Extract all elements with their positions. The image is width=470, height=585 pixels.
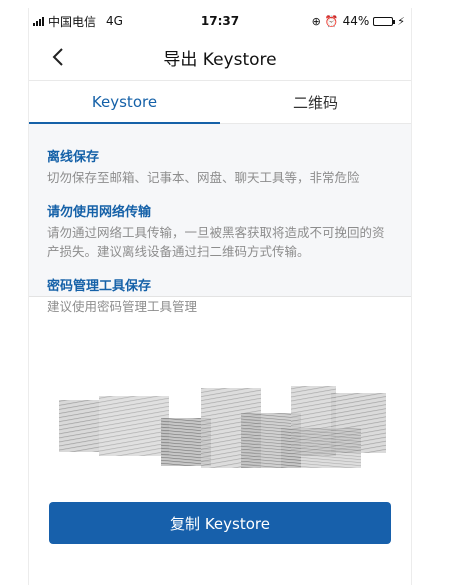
phone-screen: 中国电信 4G 17:37 ⊕ ⏰ 44% ⚡ 导出 Keystore Keys… bbox=[28, 8, 412, 585]
back-button[interactable] bbox=[43, 42, 73, 72]
keystore-content-redacted bbox=[51, 378, 393, 478]
status-right: ⊕ ⏰ 44% ⚡ bbox=[312, 14, 405, 28]
tip-body: 请勿通过网络工具传输，一旦被黑客获取将造成不可挽回的资产损失。建议离线设备通过扫… bbox=[47, 225, 385, 259]
tab-keystore[interactable]: Keystore bbox=[29, 81, 220, 124]
chevron-left-icon bbox=[52, 48, 63, 66]
alarm-icon: ⏰ bbox=[324, 14, 339, 28]
carrier-label: 中国电信 bbox=[48, 14, 97, 29]
tip-offline: 离线保存 切勿保存至邮箱、记事本、网盘、聊天工具等，非常危险 bbox=[47, 146, 393, 187]
nav-bar: 导出 Keystore bbox=[29, 34, 411, 80]
tab-qrcode[interactable]: 二维码 bbox=[220, 81, 411, 123]
battery-icon bbox=[373, 16, 396, 26]
tip-no-network: 请勿使用网络传输 请勿通过网络工具传输，一旦被黑客获取将造成不可挽回的资产损失。… bbox=[47, 201, 393, 261]
orientation-lock-icon: ⊕ bbox=[311, 14, 321, 28]
status-left: 中国电信 4G bbox=[33, 13, 123, 30]
tip-title: 离线保存 bbox=[47, 150, 100, 165]
charging-icon: ⚡ bbox=[397, 14, 405, 28]
tip-password-manager: 密码管理工具保存 建议使用密码管理工具管理 bbox=[47, 275, 393, 316]
battery-percent: 44% bbox=[342, 14, 370, 28]
tip-body: 建议使用密码管理工具管理 bbox=[47, 299, 198, 314]
copy-keystore-button[interactable]: 复制 Keystore bbox=[49, 502, 391, 544]
status-bar: 中国电信 4G 17:37 ⊕ ⏰ 44% ⚡ bbox=[29, 8, 411, 34]
network-label: 4G bbox=[106, 14, 123, 28]
tip-title: 请勿使用网络传输 bbox=[47, 205, 152, 220]
tips-panel: 离线保存 切勿保存至邮箱、记事本、网盘、聊天工具等，非常危险 请勿使用网络传输 … bbox=[29, 124, 411, 314]
tip-title: 密码管理工具保存 bbox=[47, 279, 152, 294]
signal-icon bbox=[33, 16, 44, 26]
tip-body: 切勿保存至邮箱、记事本、网盘、聊天工具等，非常危险 bbox=[47, 170, 360, 185]
page-title: 导出 Keystore bbox=[163, 49, 277, 70]
tab-bar: Keystore 二维码 bbox=[29, 80, 411, 124]
